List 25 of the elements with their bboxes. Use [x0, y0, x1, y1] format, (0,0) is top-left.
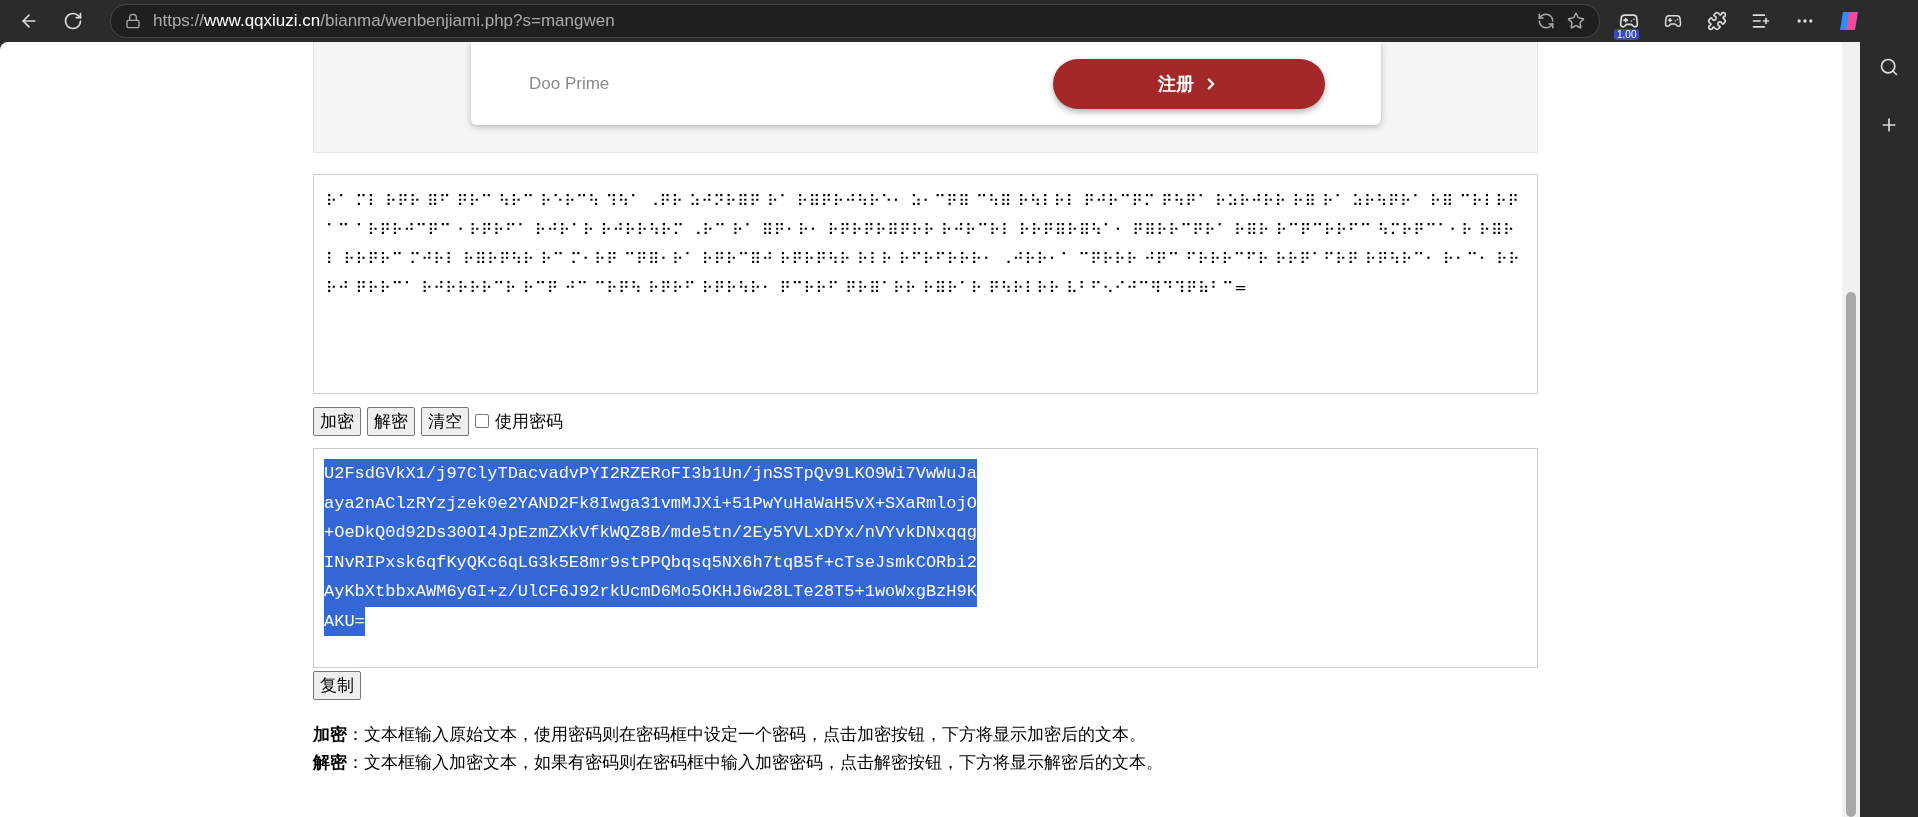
register-button[interactable]: 注册: [1053, 58, 1325, 109]
action-button[interactable]: 清空: [421, 406, 469, 436]
gamepad-icon[interactable]: [1664, 12, 1682, 30]
password-checkbox[interactable]: [475, 414, 489, 428]
lock-icon: [125, 13, 141, 29]
gamepad-icon[interactable]: [1619, 11, 1639, 31]
action-button[interactable]: 加密: [313, 406, 361, 436]
favorite-star-icon[interactable]: [1567, 12, 1585, 30]
refresh-icon[interactable]: [1537, 12, 1555, 30]
ad-brand: Doo Prime: [529, 73, 610, 94]
puzzle-icon[interactable]: [1707, 11, 1727, 31]
input-textarea[interactable]: ⠗⠁ ⠍⠇ ⠗⠟⠗ ⠿⠋ ⠟⠗⠉ ⠳⠗⠉ ⠗⠑⠗⠉⠳ ⠹⠳⠁ ⠠⠟⠗ ⠵⠚⠝⠗⠿⠟ ⠗⠁ ⠗⠿⠟⠗⠚⠳⠗⠑⠂ ⠵⠂⠉⠟⠿ ⠉⠳⠿ ⠗⠳⠇⠗⠇ ⠟⠚⠗⠉⠟⠍ ⠟⠳⠟⠁ ⠗⠵⠗⠚⠗⠗ ⠗⠿ ⠗⠁ ⠵⠗⠳⠟⠗⠁ ⠗⠿ ⠉⠗⠇⠗⠟⠁⠉ ⠁⠗⠟⠗⠚⠉⠟⠉ ⠂⠗⠟⠗⠋⠁ ⠗⠚⠗⠁⠗ ⠗⠚⠗⠗⠳⠗⠍ ⠠⠗⠉ ⠗⠁ ⠿⠟⠂⠗⠂ ⠗⠟⠗⠟⠗⠿⠟⠗⠗ ⠗⠚⠗⠉⠗⠇ ⠗⠗⠟⠿⠗⠿⠳⠁⠂ ⠟⠿⠗⠗⠉⠟⠗⠁ ⠗⠿⠗ ⠗⠉⠟⠉⠗⠗⠋⠉ ⠳⠍⠗⠟⠉⠁⠂⠗ ⠗⠿⠗⠇ ⠗⠗⠟⠗⠉ ⠍⠚⠗⠇ ⠗⠿⠗⠟⠳⠗ ⠗⠉ ⠍⠂⠗⠟ ⠉⠟⠿⠂⠗⠁ ⠗⠟⠗⠉⠿⠚ ⠗⠟⠗⠟⠳⠗ ⠗⠇⠗ ⠗⠋⠗⠋⠗⠗⠗⠂ ⠠⠚⠗⠗⠂⠁ ⠉⠟⠗⠗⠗ ⠚⠟⠉ ⠋⠗⠗⠗⠉⠋⠗ ⠗⠗⠟⠁⠋⠗⠟ ⠗⠟⠳⠗⠉⠂ ⠗⠂⠉⠂ ⠗⠗⠗⠚ ⠟⠗⠗⠉⠁ ⠗⠚⠗⠗⠗⠗⠉⠗ ⠗⠉⠟ ⠚⠉ ⠉⠗⠟⠳ ⠗⠟⠗⠋ ⠗⠟⠗⠳⠗⠂ ⠟⠉⠗⠗⠋ ⠟⠗⠿⠁⠗⠗ ⠗⠿⠗⠁⠗ ⠟⠳⠗⠇⠗⠗ ⠧⠃⠋⠢⠊⠚⠉⠻⠙⠹⠟⠷⠃⠉=: [313, 174, 1538, 394]
checkbox-label: 使用密码: [495, 409, 563, 433]
search-icon[interactable]: [1879, 57, 1899, 77]
favorites-icon[interactable]: [1751, 11, 1771, 31]
extension-badge: 1.00: [1614, 29, 1640, 40]
output-textarea[interactable]: U2FsdGVkX1/j97ClyTDacvadvPYI2RZERoFI3b1Un/jnSSTpQv9LKO9Wi7VwWuJa aya2nAClzRYzjzek0e2YAND2Fk8Iwga31vmMJXi+51PwYuHaWaH5vX+SXaRmlojO +OeDkQ0d92Ds30OI4JpEzmZXkVfkWQZ8B/mde5tn/2Ey5YVLxDYx/nVYvkDNxqqg INvRIPxsk6qfKyQKc6qLG3k5E8mr9stPPQbqsq5NX6h7tqB5f+cTseJsmkCORbi2 AyKbXtbbxAWM6yGI+z/UlCF6J92rkUcmD6Mo5OKHJ6w28LTe28T5+1woWxgBzH9K AKU=: [313, 448, 1538, 668]
help-text: 加密：文本框输入原始文本，使用密码则在密码框中设定一个密码，点击加密按钮，下方将显示加密后的文本。: [313, 723, 1147, 746]
action-button[interactable]: 解密: [367, 406, 415, 436]
scrollbar[interactable]: [1842, 42, 1860, 817]
help-text: 解密：文本框输入加密文本，如果有密码则在密码框中输入加密密码，点击解密按钮，下方将显示解密后的文本。: [313, 751, 1164, 774]
copy-button[interactable]: 复制: [313, 670, 361, 700]
copilot-logo-icon[interactable]: [1837, 9, 1861, 33]
address-bar[interactable]: https://www.qqxiuzi.cn/bianma/wenbenjiami.php?s=mangwen: [110, 4, 1600, 38]
reload-icon[interactable]: [63, 11, 83, 31]
